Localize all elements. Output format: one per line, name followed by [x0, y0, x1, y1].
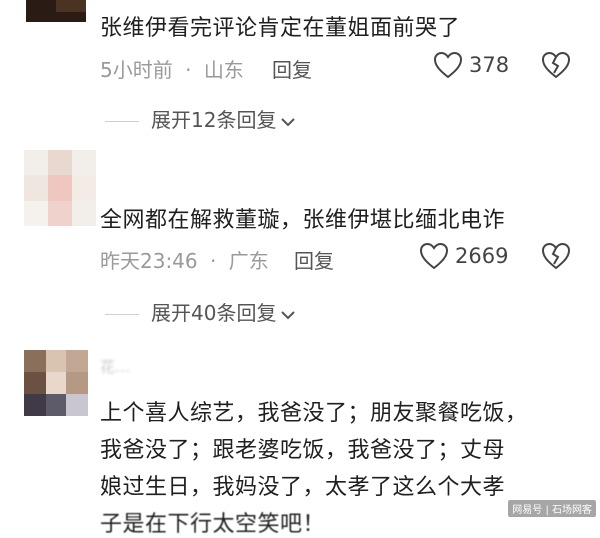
dislike-button[interactable] — [541, 51, 571, 83]
dislike-heart-icon — [541, 242, 571, 270]
meta-separator: · — [185, 58, 192, 82]
comment-username[interactable]: 花… — [100, 356, 130, 377]
like-button[interactable]: 378 — [433, 51, 509, 79]
expand-replies[interactable]: 展开12条回复 — [105, 104, 296, 133]
comment-text-line: 上个喜人综艺，我爸没了；朋友聚餐吃饭， — [100, 401, 528, 426]
comment-meta: 昨天23:46 · 广东 — [100, 245, 269, 274]
avatar[interactable] — [24, 350, 88, 416]
reply-button[interactable]: 回复 — [294, 245, 334, 274]
comment-location: 广东 — [228, 249, 269, 273]
chevron-down-icon — [281, 310, 296, 319]
avatar[interactable] — [24, 150, 96, 226]
expand-replies-label: 展开12条回复 — [151, 108, 277, 132]
like-count: 2669 — [455, 244, 509, 268]
comment-meta: 5小时前 · 山东 — [100, 54, 244, 83]
watermark: 网易号 | 石场网客 — [508, 500, 596, 517]
comment-text-line: 我爸没了；跟老婆吃饭，我爸没了；丈母 — [100, 438, 506, 463]
comment-location: 山东 — [203, 58, 244, 82]
divider — [105, 121, 139, 122]
expand-replies-label: 展开40条回复 — [151, 301, 277, 325]
comment-time: 5小时前 — [100, 58, 173, 82]
comment-text-line: 子是在下行太空笑吧！ — [100, 512, 326, 537]
like-count: 378 — [469, 53, 510, 77]
comment-time: 昨天23:46 — [100, 249, 198, 273]
comment-text-line: 娘过生日，我妈没了，太孝了这么个大孝 — [100, 475, 506, 500]
comment-text: 全网都在解救董璇，张维伊堪比缅北电诈 — [100, 208, 506, 233]
reply-button[interactable]: 回复 — [272, 54, 312, 83]
like-button[interactable]: 2669 — [419, 242, 508, 270]
expand-replies[interactable]: 展开40条回复 — [105, 297, 296, 326]
heart-icon — [419, 242, 449, 270]
divider — [105, 314, 139, 315]
meta-separator: · — [210, 249, 217, 273]
chevron-down-icon — [281, 117, 296, 126]
heart-icon — [433, 51, 463, 79]
avatar[interactable] — [26, 0, 86, 22]
dislike-heart-icon — [541, 51, 571, 79]
comment-text: 张维伊看完评论肯定在董姐面前哭了 — [100, 16, 461, 41]
dislike-button[interactable] — [541, 242, 571, 274]
